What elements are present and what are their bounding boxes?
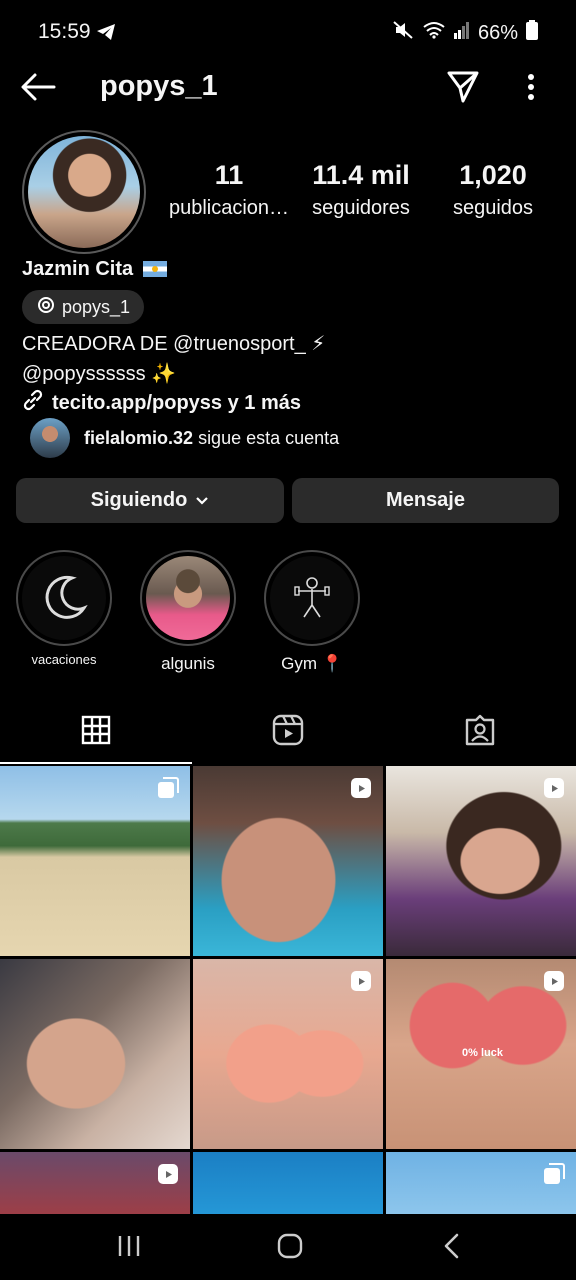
highlight-gym[interactable]: Gym 📍 [264,550,360,674]
reels-icon [349,969,373,998]
highlight-ring [264,550,360,646]
highlight-vacaciones[interactable]: vacaciones [16,550,112,667]
stat-following[interactable]: 1,020 seguidos [438,160,548,220]
stat-followers[interactable]: 11.4 mil seguidores [300,160,422,220]
tab-reels[interactable] [192,700,384,764]
back-icon[interactable] [440,1232,464,1265]
stat-followers-label: seguidores [312,197,410,219]
post-thumbnail[interactable] [193,959,383,1149]
followed-by[interactable]: fielalomio.32 sigue esta cuenta [30,418,339,458]
highlight-ring [140,550,236,646]
post-overlay-text: 0% luck [462,1047,503,1059]
bio-line-1: CREADORA DE @truenosport_ ⚡ [22,333,326,355]
reels-icon [542,776,566,805]
link-icon [22,389,44,417]
stat-posts[interactable]: 11 publicacion… [166,160,292,220]
battery-level: 66% [477,21,518,44]
profile-name-text: Jazmin Cita [22,258,134,280]
carousel-icon [542,1162,566,1191]
post-thumbnail[interactable] [193,1152,383,1214]
reels-icon [542,969,566,998]
highlight-algunis[interactable]: algunis [140,550,236,674]
profile-avatar-ring[interactable] [22,130,146,254]
profile-header: popys_1 [0,64,576,112]
carousel-icon [156,776,180,805]
post-thumbnail[interactable] [0,1152,190,1214]
more-vertical-icon[interactable] [520,72,542,107]
bio-link[interactable]: tecito.app/popyss y 1 más [22,389,301,417]
highlight-label: algunis [161,654,215,673]
mute-icon [392,20,414,46]
profile-username: popys_1 [100,70,218,102]
message-label: Mensaje [386,489,465,511]
telegram-icon [96,23,116,46]
wifi-icon [422,21,446,45]
send-icon[interactable] [446,70,480,109]
grid-icon [81,715,111,750]
post-thumbnail[interactable] [386,766,576,956]
followed-by-text: fielalomio.32 sigue esta cuenta [84,428,339,449]
stat-posts-label: publicacion… [168,197,290,219]
status-time: 15:59 [38,20,91,43]
post-thumbnail[interactable]: 0% luck [386,959,576,1149]
recents-icon[interactable] [116,1232,142,1265]
threads-icon [36,295,56,320]
status-bar: 15:59 66% [0,0,576,64]
followed-by-user: fielalomio.32 [84,427,194,448]
home-icon[interactable] [276,1232,304,1265]
highlight-ring [16,550,112,646]
tagged-icon [464,714,496,751]
following-button[interactable]: Siguiendo [16,478,284,523]
post-thumbnail[interactable] [386,1152,576,1214]
threads-badge[interactable]: popys_1 [22,290,145,324]
tab-posts-grid[interactable] [0,700,192,764]
gym-sketch-icon [270,556,354,640]
post-thumbnail[interactable] [193,766,383,956]
system-nav-bar [0,1214,576,1280]
content-tabs [0,700,576,764]
stat-following-label: seguidos [452,197,534,219]
highlight-label: vacaciones [31,652,97,667]
avatar[interactable] [28,136,140,248]
argentina-flag-icon [142,261,167,277]
stat-followers-value: 11.4 mil [312,160,410,190]
highlight-label: Gym 📍 [281,654,343,673]
stat-following-value: 1,020 [459,160,527,190]
following-label: Siguiendo [90,489,188,511]
back-arrow-icon[interactable] [20,72,56,107]
threads-handle: popys_1 [62,296,131,317]
message-button[interactable]: Mensaje [292,478,559,523]
battery-icon [526,20,538,46]
signal-icon [453,21,470,45]
bio-line-2: @popyssssss ✨ [22,363,177,385]
reels-icon [349,776,373,805]
follower-avatar [30,418,70,458]
followed-by-suffix: sigue esta cuenta [198,427,340,448]
highlight-photo [146,556,230,640]
reels-icon [272,714,304,751]
posts-grid: 0% luck [0,766,576,1214]
chevron-down-icon [195,489,209,512]
moon-icon [22,556,106,640]
tab-tagged[interactable] [384,700,576,764]
reels-icon [156,1162,180,1191]
post-thumbnail[interactable] [0,766,190,956]
profile-name: Jazmin Cita [22,258,167,281]
bio-link-text: tecito.app/popyss y 1 más [52,391,301,414]
post-thumbnail[interactable] [0,959,190,1149]
stat-posts-value: 11 [214,160,244,190]
